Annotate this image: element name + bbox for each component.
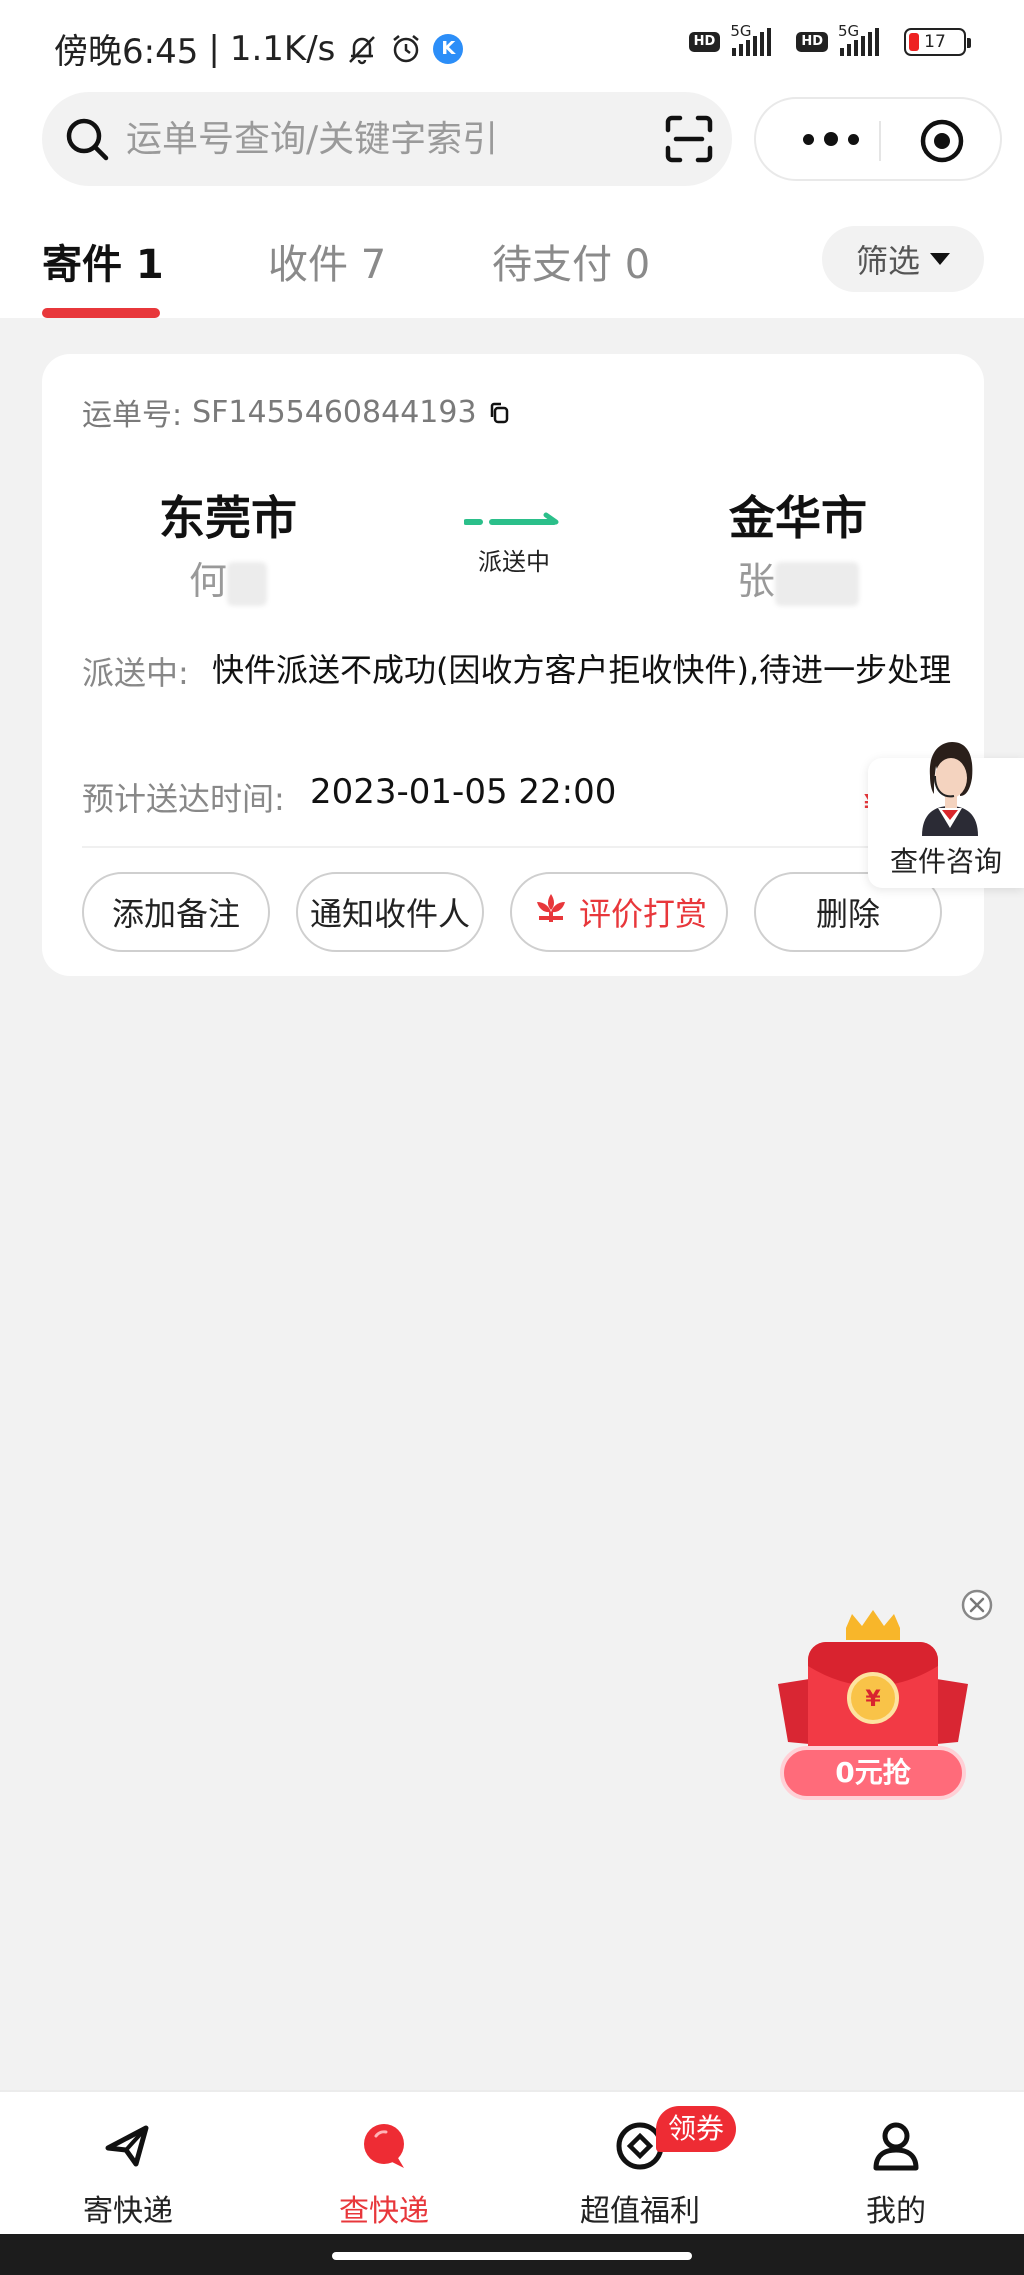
bell-muted-icon (345, 32, 379, 66)
hd-badge: HD (688, 32, 721, 52)
bottom-nav: 寄快递 查快递 超值福利 我的 (0, 2090, 1024, 2234)
search-input[interactable] (126, 114, 666, 164)
waybill-number: SF1455460844193 (192, 394, 477, 430)
active-tab-indicator (42, 308, 160, 318)
search-icon (62, 114, 112, 164)
filter-label: 筛选 (855, 242, 920, 280)
packet-coin-text: ¥ (865, 1687, 881, 1712)
rate-reward-label: 评价打赏 (578, 895, 707, 933)
track-icon (364, 2124, 404, 2168)
origin-city: 东莞市 (159, 491, 297, 545)
nav-profile[interactable]: 我的 (806, 2118, 986, 2230)
sf-flower-icon (531, 888, 571, 936)
signal-icon: 5G (730, 22, 786, 56)
tab-received[interactable]: 收件 7 (268, 232, 386, 290)
battery-icon: 17 (904, 28, 971, 56)
receiver-name: 张 (668, 550, 928, 606)
red-packet-promo[interactable]: ¥ 0元抢 (768, 1606, 978, 1816)
shipment-card[interactable]: 运单号: SF1455460844193 东莞市 何 派送中 金华市 张 派送中… (42, 354, 984, 976)
status-right: HD 5G HD 5G 17 (688, 22, 971, 56)
nav-benefits-label: 超值福利 (580, 2194, 700, 2229)
destination-city: 金华市 (729, 491, 867, 545)
eta-label: 预计送达时间: (82, 780, 285, 818)
search-bar[interactable] (42, 92, 732, 186)
rate-reward-button[interactable]: 评价打赏 (510, 872, 728, 952)
app-notification-icon: K (433, 33, 464, 64)
tab-sent[interactable]: 寄件 1 (42, 232, 164, 290)
agent-avatar-icon (908, 736, 992, 836)
nav-send-label: 寄快递 (83, 2194, 173, 2229)
promo-label: 0元抢 (835, 1756, 911, 1789)
red-packet-icon: ¥ 0元抢 (778, 1610, 968, 1800)
route-arrow-icon (464, 512, 559, 525)
more-options-icon[interactable] (796, 119, 866, 159)
nav-send[interactable]: 寄快递 (38, 2118, 218, 2230)
status-bar: 傍晚6:45 | 1.1K/s K HD 5G HD 5G 17 (0, 0, 1024, 90)
scan-icon[interactable] (664, 114, 714, 164)
consult-label: 查件咨询 (889, 845, 1002, 878)
route-status: 派送中 (478, 548, 550, 576)
hd-badge-2: HD (796, 32, 828, 52)
signal-icon-2: 5G (838, 22, 894, 56)
waybill-label: 运单号: (82, 398, 183, 433)
profile-icon (873, 2122, 919, 2171)
send-icon (105, 2125, 149, 2167)
nav-track-label: 查快递 (339, 2194, 429, 2229)
mini-program-capsule (754, 97, 1002, 181)
copy-icon[interactable] (487, 399, 513, 425)
waybill-row: 运单号: SF1455460844193 (82, 390, 513, 434)
close-mini-program-icon[interactable] (918, 117, 966, 165)
add-note-button[interactable]: 添加备注 (82, 872, 270, 952)
consult-float[interactable]: 查件咨询 (868, 742, 1024, 888)
status-label: 派送中: (82, 654, 189, 692)
alarm-icon (389, 32, 423, 66)
nav-track[interactable]: 查快递 (294, 2118, 474, 2230)
caret-down-icon (930, 253, 950, 265)
system-nav-bar (0, 2234, 1024, 2275)
home-indicator[interactable] (332, 2252, 692, 2260)
nav-profile-label: 我的 (866, 2194, 926, 2229)
filter-button[interactable]: 筛选 (822, 226, 984, 292)
status-left: 傍晚6:45 | 1.1K/s K (54, 24, 464, 73)
tab-pending-payment[interactable]: 待支付 0 (492, 232, 650, 290)
eta-value: 2023-01-05 22:00 (310, 772, 617, 812)
sender-name: 何 (98, 550, 358, 606)
status-speed: 1.1K/s (229, 28, 336, 69)
card-divider (82, 846, 944, 848)
status-time: 傍晚6:45 (54, 32, 199, 72)
coupon-badge[interactable]: 领券 (656, 2106, 737, 2152)
status-detail: 快件派送不成功(因收方客户拒收快件),待进一步处理 (212, 651, 952, 689)
notify-receiver-button[interactable]: 通知收件人 (296, 872, 484, 952)
